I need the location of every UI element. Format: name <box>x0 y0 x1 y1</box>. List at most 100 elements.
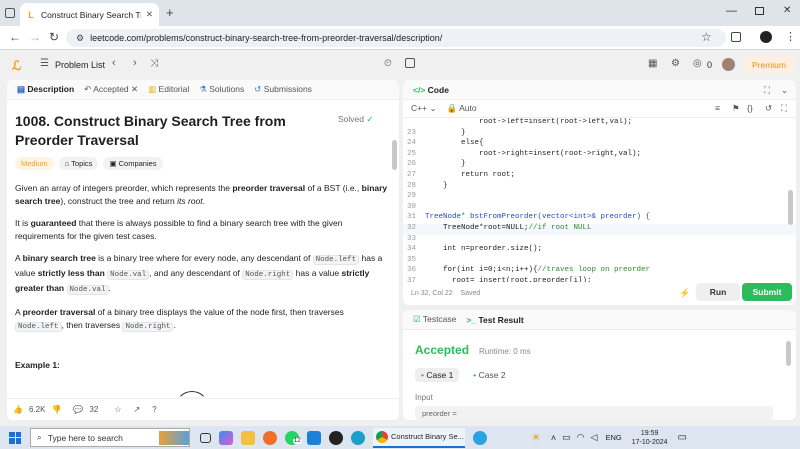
browser-tab[interactable]: L Construct Binary Search Tree from Preo… <box>20 3 159 26</box>
expand-icon[interactable]: ⛶ <box>764 85 770 96</box>
chrome-taskbar-item[interactable]: Construct Binary Se... <box>373 427 465 448</box>
case-1-tab[interactable]: • Case 1 <box>415 368 460 382</box>
auto-mode[interactable]: 🔒 Auto <box>447 103 477 114</box>
run-button[interactable]: Run <box>696 283 740 301</box>
next-problem-icon[interactable]: › <box>133 57 137 69</box>
notification-icon[interactable]: ▭ <box>678 432 687 443</box>
clock[interactable]: 19:59 17-10-2024 <box>632 429 668 447</box>
minimize-icon[interactable]: — <box>726 5 737 17</box>
telegram-icon[interactable] <box>473 430 487 445</box>
wifi-icon[interactable]: ◠ <box>577 432 585 443</box>
url-field[interactable]: ⚙ leetcode.com/problems/construct-binary… <box>66 29 726 47</box>
file-explorer-icon[interactable] <box>241 430 255 445</box>
tab-editorial[interactable]: ▥ Editorial <box>148 84 189 95</box>
problem-list-link[interactable]: Problem List <box>55 60 105 70</box>
topics-badge[interactable]: ⌂ Topics <box>58 157 99 170</box>
code-line[interactable]: 28 } <box>403 182 796 193</box>
code-line[interactable]: 23 } <box>403 129 796 140</box>
prev-problem-icon[interactable]: ‹ <box>112 57 116 69</box>
description-scrollbar[interactable] <box>392 140 397 170</box>
tray-network-icon[interactable]: ▭ <box>562 432 571 443</box>
dislike-icon[interactable]: 👎 <box>51 405 61 414</box>
format-icon[interactable]: ≡ <box>715 103 720 113</box>
fullscreen-icon[interactable]: ⛶ <box>781 103 787 114</box>
code-line[interactable]: 27 return root; <box>403 171 796 182</box>
code-line[interactable]: 35 <box>403 256 796 267</box>
forward-icon[interactable]: → <box>29 30 41 44</box>
tab-solutions[interactable]: ⚗ Solutions <box>199 84 244 95</box>
leetcode-logo-icon[interactable]: ℒ <box>12 58 21 74</box>
windows-start-icon[interactable] <box>9 431 21 444</box>
close-tab-icon[interactable]: ✕ <box>146 9 153 20</box>
code-line[interactable]: 30 <box>403 203 796 214</box>
timer-icon[interactable]: ⏲ <box>384 58 392 69</box>
task-view-icon[interactable] <box>200 432 211 443</box>
menu-kebab-icon[interactable]: ⋮ <box>785 30 796 43</box>
code-tab[interactable]: </> Code <box>413 85 449 95</box>
weather-icon[interactable]: ☀ <box>531 431 541 444</box>
settings-icon[interactable]: ⚙ <box>671 58 680 69</box>
accepted-tab-icon: ↶ <box>84 84 92 94</box>
submit-button[interactable]: Submit <box>742 283 792 301</box>
extensions-icon[interactable] <box>731 32 741 42</box>
tab-accepted[interactable]: ↶ Accepted ✕ <box>84 84 138 95</box>
code-line[interactable]: root->left=insert(root->left,val); <box>403 118 796 129</box>
vscode-icon[interactable] <box>307 430 321 445</box>
editor-scrollbar[interactable] <box>788 190 793 225</box>
shuffle-icon[interactable]: ⤨ <box>150 58 158 69</box>
code-line[interactable]: 36 for(int i=0;i<n;i++){//traves loop on… <box>403 266 796 277</box>
copilot-icon[interactable] <box>219 430 233 445</box>
companies-badge[interactable]: ▣ Companies <box>103 157 163 170</box>
result-scrollbar[interactable] <box>786 341 791 366</box>
tab-test-result[interactable]: >_ Test Result <box>466 315 523 325</box>
bookmark-icon[interactable]: ⚑ <box>732 103 740 114</box>
back-icon[interactable]: ← <box>9 30 21 44</box>
case-2-tab[interactable]: • Case 2 <box>469 368 509 382</box>
code-line[interactable]: 24 else{ <box>403 139 796 150</box>
volume-icon[interactable]: ◁ <box>591 432 598 443</box>
problem-list-icon[interactable]: ☰ <box>40 58 49 69</box>
help-icon[interactable]: ? <box>152 405 156 414</box>
language-select[interactable]: C++ ⌄ <box>411 103 437 114</box>
tab-search-icon[interactable] <box>5 8 15 18</box>
like-icon[interactable]: 👍 <box>13 405 23 414</box>
comment-icon[interactable]: 💬 <box>73 405 83 414</box>
edge-icon[interactable] <box>351 430 365 445</box>
braces-icon[interactable]: {} <box>747 103 753 113</box>
notes-icon[interactable] <box>405 58 415 68</box>
code-line[interactable]: 33 <box>403 235 796 246</box>
code-line[interactable]: 34 int n=preorder.size(); <box>403 245 796 256</box>
console-icon[interactable]: ⚡ <box>679 288 690 299</box>
whatsapp-icon[interactable]: 12 <box>285 430 302 445</box>
streak-icon[interactable]: ◎ <box>693 58 702 69</box>
favorite-star-icon[interactable]: ☆ <box>114 405 121 414</box>
new-tab-button[interactable]: + <box>166 5 174 20</box>
tab-description[interactable]: ▤ Description <box>17 84 74 95</box>
user-avatar[interactable] <box>722 58 735 71</box>
maximize-icon[interactable] <box>755 7 764 15</box>
collapse-icon[interactable]: ⌄ <box>781 85 788 96</box>
reset-icon[interactable]: ↺ <box>765 103 772 114</box>
code-editor[interactable]: root->left=insert(root->left,val); 23 } 24… <box>403 118 796 282</box>
tab-submissions[interactable]: ↺ Submissions <box>254 84 312 95</box>
bookmark-star-icon[interactable]: ☆ <box>701 30 712 44</box>
profile-avatar[interactable] <box>760 31 772 43</box>
code-line[interactable]: 29 <box>403 192 796 203</box>
share-icon[interactable]: ↗ <box>133 405 140 414</box>
tab-testcase[interactable]: ☑ Testcase <box>413 314 456 325</box>
layout-icon[interactable]: ▦ <box>648 58 657 69</box>
close-window-icon[interactable]: ✕ <box>783 5 791 16</box>
code-line[interactable]: 26 } <box>403 160 796 171</box>
code-line[interactable]: 31 TreeNode* bstFromPreorder(vector<int>&… <box>403 213 796 224</box>
language-indicator[interactable]: ENG <box>605 433 621 442</box>
code-line[interactable]: 37 root= insert(root,preorder[i]); <box>403 277 796 282</box>
tray-chevron-icon[interactable]: ˄ <box>551 433 556 443</box>
firefox-icon[interactable] <box>263 430 277 445</box>
site-info-icon[interactable]: ⚙ <box>76 33 84 44</box>
taskbar-search[interactable]: ⌕ Type here to search <box>30 428 190 447</box>
github-icon[interactable] <box>329 430 343 445</box>
premium-button[interactable]: Premium <box>744 56 794 73</box>
code-line[interactable]: 25 root->right=insert(root->right,val); <box>403 150 796 161</box>
reload-icon[interactable]: ↻ <box>49 30 59 44</box>
code-line[interactable]: 32 TreeNode*root=NULL;//if root NULL <box>403 223 796 235</box>
